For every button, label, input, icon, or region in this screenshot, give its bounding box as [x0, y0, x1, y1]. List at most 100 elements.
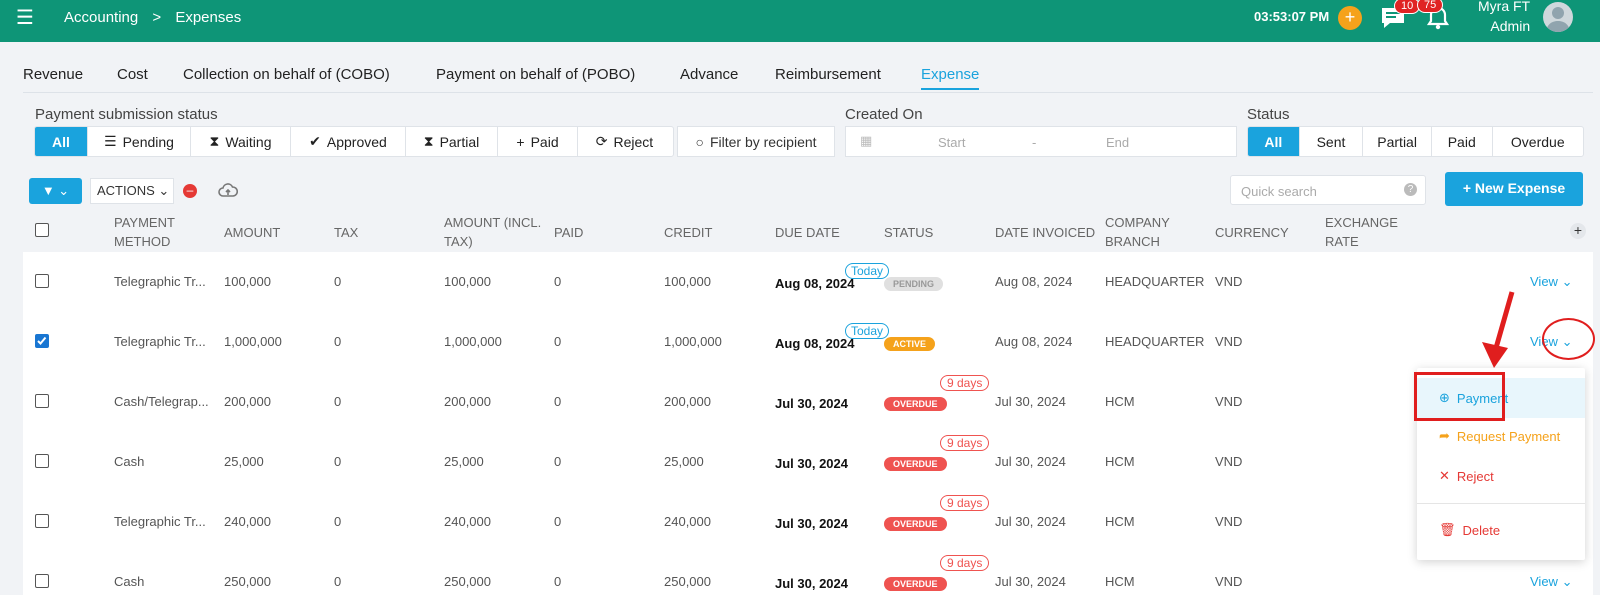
cloud-upload-icon[interactable]	[218, 183, 239, 204]
request-payment-label: Request Payment	[1456, 428, 1561, 444]
row-checkbox[interactable]	[35, 274, 49, 288]
avatar[interactable]	[1543, 2, 1573, 32]
option-label: Waiting	[225, 133, 272, 150]
tab-reimbursement[interactable]: Reimbursement	[775, 66, 881, 83]
status-overdue-option[interactable]: Overdue	[1493, 127, 1583, 156]
row-checkbox[interactable]	[35, 514, 49, 528]
col-currency[interactable]: CURRENCY	[1215, 223, 1289, 242]
cell-date-invoiced: Aug 08, 2024	[995, 334, 1073, 349]
expense-table: Telegraphic Tr... 100,000 0 100,000 0 10…	[23, 252, 1593, 595]
select-all-checkbox[interactable]	[35, 223, 49, 237]
status-paid-option[interactable]: Paid	[1432, 127, 1493, 156]
col-date-invoiced[interactable]: DATE INVOICED	[995, 223, 1095, 242]
highlight-box	[1414, 372, 1505, 421]
col-status[interactable]: STATUS	[884, 223, 933, 242]
add-column-icon[interactable]: +	[1570, 223, 1586, 239]
actions-label: ACTIONS	[97, 183, 155, 198]
col-credit[interactable]: CREDIT	[664, 223, 712, 242]
delete-label: Delete	[1462, 522, 1501, 538]
cell-tax: 0	[334, 274, 342, 289]
user-info[interactable]: Myra FT Admin	[1478, 0, 1530, 36]
row-checkbox[interactable]	[35, 394, 49, 408]
submission-all-option[interactable]: All	[35, 127, 88, 156]
submission-waiting-option[interactable]: ⧗ Waiting	[191, 127, 291, 156]
submission-approved-option[interactable]: ✔ Approved	[291, 127, 406, 156]
trash-icon: 🗑	[1439, 522, 1456, 537]
table-row[interactable]: Telegraphic Tr... 240,000 0 240,000 0 24…	[23, 492, 1593, 552]
col-paid[interactable]: PAID	[554, 223, 583, 242]
hamburger-menu-icon[interactable]: ☰	[16, 8, 34, 28]
table-row[interactable]: Telegraphic Tr... 1,000,000 0 1,000,000 …	[23, 312, 1593, 372]
cell-amount: 250,000	[224, 574, 271, 589]
quick-search-input[interactable]: Quick search ?	[1230, 175, 1426, 205]
col-payment-method[interactable]: PAYMENT METHOD	[114, 213, 204, 251]
row-checkbox[interactable]	[35, 454, 49, 468]
cell-due-date: Jul 30, 2024	[775, 456, 848, 471]
col-exchange-rate[interactable]: EXCHANGE RATE	[1325, 213, 1415, 251]
cell-payment-method: Cash/Telegrap...	[114, 394, 209, 409]
table-row[interactable]: Cash/Telegrap... 200,000 0 200,000 0 200…	[23, 372, 1593, 432]
filter-by-recipient-button[interactable]: ○ Filter by recipient	[677, 126, 835, 157]
due-today-tag: Today	[845, 323, 890, 339]
status-sent-option[interactable]: Sent	[1300, 127, 1364, 156]
status-partial-option[interactable]: Partial	[1363, 127, 1432, 156]
tab-cost[interactable]: Cost	[117, 66, 148, 83]
status-all-option[interactable]: All	[1248, 127, 1300, 156]
tab-revenue[interactable]: Revenue	[23, 66, 83, 83]
col-company-branch[interactable]: COMPANY BRANCH	[1105, 213, 1195, 251]
breadcrumb-expenses: Expenses	[175, 9, 242, 26]
table-row[interactable]: Cash 25,000 0 25,000 0 25,000 Jul 30, 20…	[23, 432, 1593, 492]
col-tax[interactable]: TAX	[334, 223, 358, 242]
quick-add-icon[interactable]: +	[1338, 6, 1362, 30]
chat-icon[interactable]: 10	[1380, 0, 1421, 35]
option-label: Reject	[613, 133, 654, 150]
remove-icon[interactable]: –	[183, 184, 197, 198]
submission-paid-option[interactable]: + Paid	[498, 127, 578, 156]
table-row[interactable]: Telegraphic Tr... 100,000 0 100,000 0 10…	[23, 252, 1593, 312]
table-row[interactable]: Cash 250,000 0 250,000 0 250,000 Jul 30,…	[23, 552, 1593, 595]
cell-due-date: Jul 30, 2024	[775, 576, 848, 591]
reject-menu-item[interactable]: ✕ Reject	[1417, 456, 1585, 496]
cell-date-invoiced: Jul 30, 2024	[995, 394, 1066, 409]
row-checkbox[interactable]	[35, 334, 49, 348]
bell-icon[interactable]: 75	[1417, 0, 1450, 36]
option-label: Partial	[439, 133, 480, 150]
cell-credit: 25,000	[664, 454, 704, 469]
cell-tax: 0	[334, 514, 342, 529]
status-badge: OVERDUE	[884, 457, 947, 471]
status-badge: OVERDUE	[884, 577, 947, 591]
view-label: View	[1530, 274, 1558, 289]
col-due-date[interactable]: DUE DATE	[775, 223, 840, 242]
tab-cobo[interactable]: Collection on behalf of (COBO)	[183, 66, 390, 83]
tab-pobo[interactable]: Payment on behalf of (POBO)	[436, 66, 635, 83]
request-payment-menu-item[interactable]: ➦ Request Payment	[1417, 416, 1585, 456]
created-on-date-range[interactable]: ▦ Start - End	[845, 126, 1237, 157]
option-label: Paid	[530, 133, 559, 150]
tab-expense[interactable]: Expense	[921, 66, 980, 90]
help-icon[interactable]: ?	[1404, 183, 1417, 196]
col-amount-incl-tax[interactable]: AMOUNT (INCL. TAX)	[444, 213, 559, 251]
top-bar: ☰ Accounting > Expenses 03:53:07 PM + 10…	[0, 0, 1600, 42]
cell-payment-method: Cash	[114, 574, 145, 589]
submission-pending-option[interactable]: ☰ Pending	[88, 127, 191, 156]
submission-reject-option[interactable]: ⟳ Reject	[578, 127, 671, 156]
view-dropdown[interactable]: View ⌄	[1530, 274, 1572, 290]
delete-menu-item[interactable]: 🗑 Delete	[1417, 510, 1585, 550]
cell-amount-incl-tax: 250,000	[444, 574, 491, 589]
col-amount[interactable]: AMOUNT	[224, 223, 280, 242]
filter-toggle-button[interactable]: ▼ ⌄	[29, 178, 82, 204]
row-checkbox[interactable]	[35, 574, 49, 588]
option-label: Approved	[326, 133, 387, 150]
cell-payment-method: Telegraphic Tr...	[114, 514, 206, 529]
tab-advance[interactable]: Advance	[680, 66, 738, 83]
status-badge: PENDING	[884, 277, 944, 291]
overdue-days-tag: 9 days	[940, 555, 990, 571]
actions-dropdown[interactable]: ACTIONS ⌄	[90, 178, 174, 204]
cell-amount: 1,000,000	[224, 334, 282, 349]
submission-partial-option[interactable]: ⧗ Partial	[406, 127, 498, 156]
breadcrumb-accounting[interactable]: Accounting	[64, 9, 138, 26]
view-dropdown[interactable]: View ⌄	[1530, 574, 1572, 590]
x-icon: ✕	[1439, 468, 1450, 483]
new-expense-button[interactable]: + New Expense	[1445, 172, 1583, 206]
created-on-label: Created On	[845, 106, 923, 123]
